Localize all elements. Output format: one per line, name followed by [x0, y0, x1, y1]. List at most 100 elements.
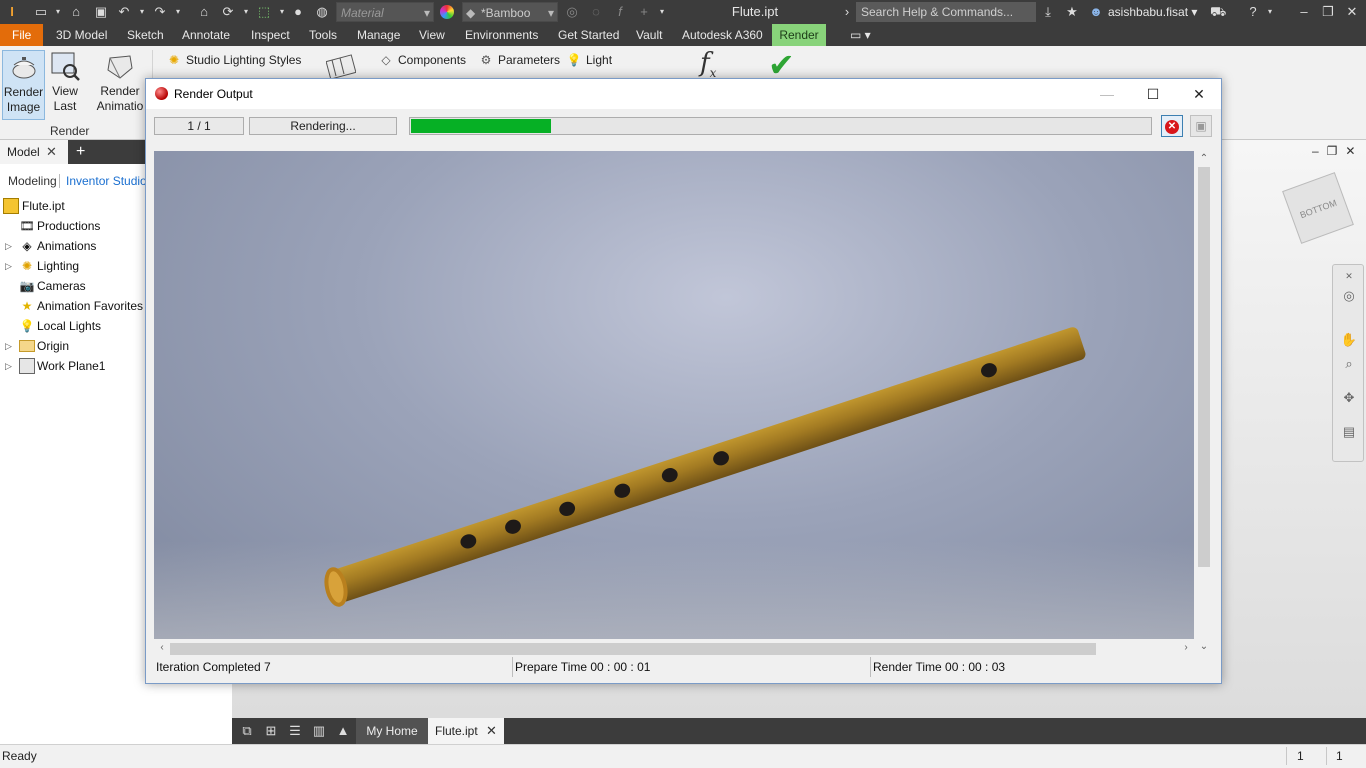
- tab-environments[interactable]: Environments: [459, 24, 544, 46]
- save-icon[interactable]: ▣: [93, 4, 109, 20]
- tab-get-started[interactable]: Get Started: [552, 24, 625, 46]
- home-icon[interactable]: ⌂: [196, 4, 212, 20]
- plus-icon[interactable]: +: [636, 4, 652, 20]
- chevron-right-icon[interactable]: ›: [842, 4, 852, 20]
- close-icon[interactable]: ✕: [1176, 79, 1222, 109]
- user-name[interactable]: asishbabu.fisat ▾: [1108, 0, 1197, 24]
- clear-appearance-icon[interactable]: ◎: [564, 4, 580, 20]
- tab-view[interactable]: View: [413, 24, 451, 46]
- material-select[interactable]: Material ▾: [336, 2, 434, 22]
- expand-icon[interactable]: ▷: [5, 236, 13, 256]
- user-icon[interactable]: ☻: [1088, 4, 1104, 20]
- undo-dropdown-icon[interactable]: ▾: [138, 4, 146, 20]
- tab-file[interactable]: File: [0, 24, 44, 46]
- add-tab-icon[interactable]: +: [76, 140, 85, 164]
- tab-sketch[interactable]: Sketch: [121, 24, 170, 46]
- help-dropdown-icon[interactable]: ▾: [1266, 4, 1274, 20]
- tab-vault[interactable]: Vault: [630, 24, 668, 46]
- search-input[interactable]: Search Help & Commands...: [856, 2, 1036, 22]
- fx-icon[interactable]: f: [612, 4, 628, 20]
- pan-hand-icon[interactable]: ✋: [1340, 331, 1358, 349]
- expand-icon[interactable]: ▷: [5, 336, 13, 356]
- tab-render[interactable]: Render: [772, 24, 826, 46]
- save-render-button[interactable]: ▣: [1190, 115, 1212, 137]
- scroll-up-icon[interactable]: ⌃: [1196, 153, 1212, 164]
- scroll-down-icon[interactable]: ⌄: [1196, 641, 1212, 652]
- productions-icon: 🎞: [19, 219, 35, 233]
- update-icon[interactable]: ⟳: [220, 4, 236, 20]
- redo-icon[interactable]: ↷: [152, 4, 168, 20]
- inventor-logo-icon[interactable]: I: [4, 4, 20, 20]
- mode-modeling[interactable]: Modeling: [8, 170, 57, 192]
- tab-autodesk-a360[interactable]: Autodesk A360: [676, 24, 769, 46]
- appearance-select[interactable]: ◆ *Bamboo ▾: [462, 2, 558, 22]
- minimize-icon[interactable]: —: [1084, 79, 1130, 109]
- search-go-icon[interactable]: ⤓: [1040, 4, 1056, 20]
- tile-windows-icon[interactable]: ⊞: [262, 722, 280, 740]
- customize-dropdown-icon[interactable]: ▾: [658, 4, 666, 20]
- adjust-icon[interactable]: ◌: [588, 4, 604, 20]
- new-dropdown-icon[interactable]: ▾: [54, 4, 62, 20]
- vertical-scroll-thumb[interactable]: [1198, 167, 1210, 567]
- tile-horizontal-icon[interactable]: ☰: [286, 722, 304, 740]
- zoom-icon[interactable]: ⌕: [1340, 355, 1358, 373]
- tab-model[interactable]: Model: [0, 140, 68, 164]
- close-icon[interactable]: ✕: [1344, 4, 1360, 20]
- steering-wheel-icon[interactable]: ◎: [1340, 287, 1358, 305]
- cascade-windows-icon[interactable]: ⧉: [238, 722, 256, 740]
- components-button[interactable]: ◇ Components: [378, 51, 466, 69]
- stop-render-button[interactable]: ✕: [1161, 115, 1183, 137]
- light-button[interactable]: 💡 Light: [566, 51, 613, 69]
- new-file-icon[interactable]: ▭: [33, 4, 49, 20]
- tile-vertical-icon[interactable]: ▥: [310, 722, 328, 740]
- tab-inspect[interactable]: Inspect: [245, 24, 296, 46]
- redo-dropdown-icon[interactable]: ▾: [174, 4, 182, 20]
- scroll-left-icon[interactable]: ‹: [154, 642, 170, 653]
- update-dropdown-icon[interactable]: ▾: [242, 4, 250, 20]
- graphics-window-controls[interactable]: –❐✕: [1312, 144, 1364, 158]
- studio-lighting-styles-button[interactable]: ✺ Studio Lighting Styles: [166, 51, 301, 69]
- close-icon[interactable]: ✕: [46, 140, 57, 164]
- help-icon[interactable]: ?: [1245, 4, 1261, 20]
- view-face-icon[interactable]: ▤: [1340, 423, 1358, 441]
- render-viewport[interactable]: [154, 151, 1194, 639]
- parameters-button[interactable]: ⚙ Parameters: [478, 51, 560, 69]
- restore-icon[interactable]: ❐: [1320, 4, 1336, 20]
- render-image-button[interactable]: Render Image: [2, 50, 45, 120]
- tab-tools[interactable]: Tools: [303, 24, 343, 46]
- expand-icon[interactable]: ▷: [5, 256, 13, 276]
- camera-film-icon[interactable]: [325, 52, 357, 80]
- view-last-button[interactable]: View Last: [46, 50, 84, 120]
- material-browser-icon[interactable]: ◍: [314, 4, 330, 20]
- cart-icon[interactable]: ⛟: [1210, 4, 1226, 20]
- horizontal-scroll-thumb[interactable]: [170, 643, 1096, 655]
- fx-parameters-icon[interactable]: fx: [700, 48, 716, 80]
- tab-3d-model[interactable]: 3D Model: [50, 24, 113, 46]
- minimize-icon[interactable]: –: [1296, 4, 1312, 20]
- status-divider: [1286, 747, 1287, 765]
- appearance-icon[interactable]: [440, 5, 454, 19]
- expand-icon[interactable]: ▷: [5, 356, 13, 376]
- scroll-right-icon[interactable]: ›: [1178, 642, 1194, 653]
- favorite-star-icon[interactable]: ★: [1064, 4, 1080, 20]
- render-progress-fill: [411, 119, 551, 133]
- close-icon[interactable]: ✕: [486, 718, 497, 744]
- select-dropdown-icon[interactable]: ▾: [278, 4, 286, 20]
- vertical-scrollbar[interactable]: ⌃ ⌄: [1196, 151, 1212, 657]
- mode-inventor-studio[interactable]: Inventor Studio: [66, 170, 147, 192]
- orbit-icon[interactable]: ✥: [1340, 389, 1358, 407]
- maximize-icon[interactable]: ☐: [1130, 79, 1176, 109]
- tab-manage[interactable]: Manage: [351, 24, 406, 46]
- render-animation-button[interactable]: Render Animatio: [94, 50, 146, 120]
- tab-my-home[interactable]: My Home: [356, 718, 428, 744]
- ribbon-options-icon[interactable]: ▭ ▾: [844, 24, 877, 46]
- open-icon[interactable]: ⌂: [68, 4, 84, 20]
- horizontal-scrollbar[interactable]: ‹ ›: [154, 641, 1194, 657]
- undo-icon[interactable]: ↶: [116, 4, 132, 20]
- select-icon[interactable]: ⬚: [256, 4, 272, 20]
- color-override-icon[interactable]: ●: [290, 4, 306, 20]
- finish-checkmark-icon[interactable]: ✔: [768, 48, 795, 82]
- tab-annotate[interactable]: Annotate: [176, 24, 236, 46]
- close-icon[interactable]: ✕: [1340, 267, 1358, 285]
- arrange-up-icon[interactable]: ▲: [334, 722, 352, 740]
